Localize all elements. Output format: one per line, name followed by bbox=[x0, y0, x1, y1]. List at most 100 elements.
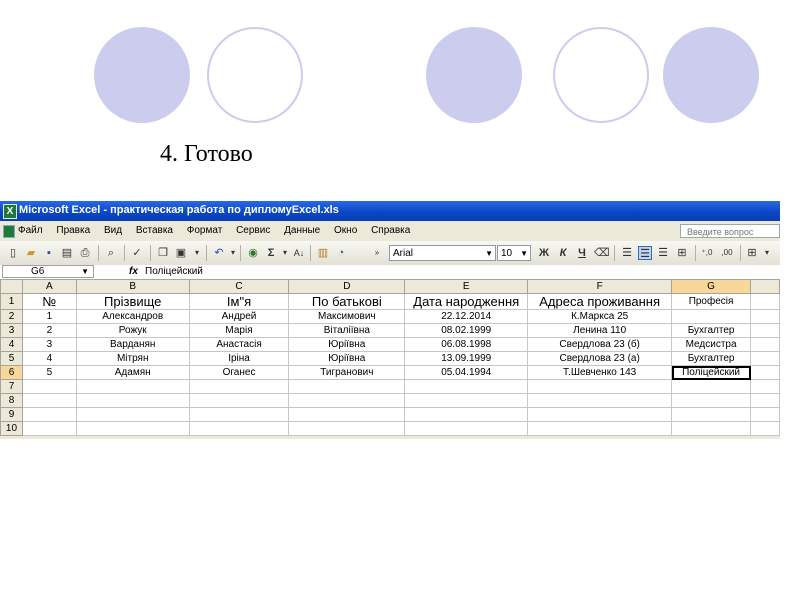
decrease-decimal-icon[interactable]: ,00 bbox=[720, 246, 734, 260]
cell[interactable]: 2 bbox=[21, 323, 77, 338]
cell[interactable] bbox=[188, 379, 290, 394]
cell[interactable] bbox=[527, 393, 673, 408]
cell[interactable]: Поліцейский bbox=[671, 365, 752, 380]
cell[interactable] bbox=[75, 421, 190, 436]
cell[interactable]: К.Маркса 25 bbox=[527, 309, 673, 324]
font-size-select[interactable]: 10 ▼ bbox=[497, 245, 531, 261]
cell[interactable]: Т.Шевченко 143 bbox=[527, 365, 673, 380]
row-header[interactable]: 4 bbox=[0, 337, 23, 352]
underline-button[interactable]: Ч bbox=[575, 246, 589, 260]
formula-input[interactable]: Поліцейский bbox=[145, 265, 203, 278]
merge-center-icon[interactable]: ⊞ bbox=[675, 246, 689, 260]
cell[interactable] bbox=[288, 393, 406, 408]
paste-icon[interactable]: ▣ bbox=[174, 246, 188, 260]
cell[interactable] bbox=[75, 407, 190, 422]
menu-insert[interactable]: Вставка bbox=[136, 225, 173, 236]
window-titlebar[interactable]: X Microsoft Excel - практическая работа … bbox=[0, 201, 780, 221]
cell[interactable]: Прізвище bbox=[75, 293, 190, 310]
row-header[interactable]: 6 bbox=[0, 365, 23, 380]
cell[interactable] bbox=[188, 393, 290, 408]
align-left-icon[interactable]: ☰ bbox=[620, 246, 634, 260]
cell[interactable]: Адреса проживання bbox=[527, 293, 673, 310]
cell[interactable] bbox=[527, 407, 673, 422]
undo-icon[interactable]: ↶ bbox=[212, 246, 226, 260]
column-header-a[interactable]: A bbox=[21, 279, 77, 294]
hyperlink-icon[interactable]: ◉ bbox=[246, 246, 260, 260]
cell[interactable]: № bbox=[21, 293, 77, 310]
row-header[interactable]: 2 bbox=[0, 309, 23, 324]
row-header[interactable]: 7 bbox=[0, 379, 23, 394]
copy-icon[interactable]: ❐ bbox=[156, 246, 170, 260]
borders-icon[interactable]: ⊞ bbox=[745, 246, 759, 260]
menu-view[interactable]: Вид bbox=[104, 225, 122, 236]
cell[interactable]: Александров bbox=[75, 309, 190, 324]
increase-decimal-icon[interactable]: ⁺,0 bbox=[700, 246, 714, 260]
spelling-icon[interactable]: ✓ bbox=[130, 246, 144, 260]
cell[interactable] bbox=[750, 337, 780, 352]
cell[interactable]: 13.09.1999 bbox=[404, 351, 529, 366]
menu-format[interactable]: Формат bbox=[187, 225, 223, 236]
select-all-corner[interactable] bbox=[0, 279, 23, 294]
cell[interactable]: Медсистра bbox=[671, 337, 752, 352]
cell[interactable] bbox=[21, 393, 77, 408]
row-header[interactable]: 5 bbox=[0, 351, 23, 366]
cell[interactable]: Професія bbox=[671, 293, 752, 310]
print-icon[interactable]: ⎙ bbox=[78, 246, 92, 260]
cell[interactable] bbox=[750, 407, 780, 422]
chart-wizard-icon[interactable]: ▥ bbox=[316, 246, 330, 260]
cell[interactable] bbox=[21, 421, 77, 436]
cell[interactable]: Варданян bbox=[75, 337, 190, 352]
fx-icon[interactable]: fx bbox=[129, 265, 138, 278]
cell[interactable] bbox=[750, 293, 780, 310]
column-header-f[interactable]: F bbox=[527, 279, 673, 294]
cell[interactable] bbox=[188, 407, 290, 422]
cell[interactable] bbox=[404, 407, 529, 422]
cell[interactable]: Максимович bbox=[288, 309, 406, 324]
cell[interactable]: 22.12.2014 bbox=[404, 309, 529, 324]
cell[interactable]: Марія bbox=[188, 323, 290, 338]
cell[interactable] bbox=[75, 393, 190, 408]
new-icon[interactable]: ▯ bbox=[6, 246, 20, 260]
column-header-c[interactable]: C bbox=[188, 279, 290, 294]
sort-ascending-icon[interactable]: A↓ bbox=[292, 246, 306, 260]
cell[interactable] bbox=[671, 309, 752, 324]
cell[interactable] bbox=[288, 421, 406, 436]
cell[interactable] bbox=[671, 379, 752, 394]
cell[interactable]: Юріївна bbox=[288, 337, 406, 352]
cell[interactable]: Адамян bbox=[75, 365, 190, 380]
cell[interactable]: Андрей bbox=[188, 309, 290, 324]
cell[interactable]: 5 bbox=[21, 365, 77, 380]
cell[interactable]: Ленина 110 bbox=[527, 323, 673, 338]
bold-button[interactable]: Ж bbox=[537, 246, 551, 260]
cell[interactable] bbox=[288, 379, 406, 394]
cell[interactable] bbox=[288, 407, 406, 422]
menu-data[interactable]: Данные bbox=[284, 225, 320, 236]
cell[interactable] bbox=[750, 421, 780, 436]
cell[interactable] bbox=[188, 421, 290, 436]
column-header-b[interactable]: B bbox=[75, 279, 190, 294]
cell[interactable]: Бухгалтер bbox=[671, 351, 752, 366]
cell[interactable] bbox=[21, 379, 77, 394]
menu-edit[interactable]: Правка bbox=[56, 225, 90, 236]
cell[interactable] bbox=[671, 421, 752, 436]
menu-file[interactable]: Файл bbox=[18, 225, 43, 236]
cell[interactable]: Іріна bbox=[188, 351, 290, 366]
row-header[interactable]: 9 bbox=[0, 407, 23, 422]
chevron-down-icon[interactable]: ▾ bbox=[190, 246, 204, 260]
menu-help[interactable]: Справка bbox=[371, 225, 410, 236]
toolbar-options-icon[interactable]: » bbox=[370, 246, 384, 260]
permission-icon[interactable]: ▤ bbox=[60, 246, 74, 260]
workbook-icon[interactable] bbox=[3, 225, 15, 238]
cell[interactable]: 1 bbox=[21, 309, 77, 324]
cell[interactable] bbox=[750, 309, 780, 324]
cell[interactable] bbox=[750, 365, 780, 380]
save-icon[interactable]: ▪ bbox=[42, 246, 56, 260]
column-header-e[interactable]: E bbox=[404, 279, 529, 294]
chevron-down-icon[interactable]: ▾ bbox=[278, 246, 292, 260]
cell[interactable]: 06.08.1998 bbox=[404, 337, 529, 352]
chevron-down-icon[interactable]: ▾ bbox=[760, 246, 774, 260]
open-icon[interactable]: ▰ bbox=[24, 246, 38, 260]
menu-tools[interactable]: Сервис bbox=[236, 225, 270, 236]
font-name-select[interactable]: Arial ▼ bbox=[389, 245, 496, 261]
row-header[interactable]: 10 bbox=[0, 421, 23, 436]
